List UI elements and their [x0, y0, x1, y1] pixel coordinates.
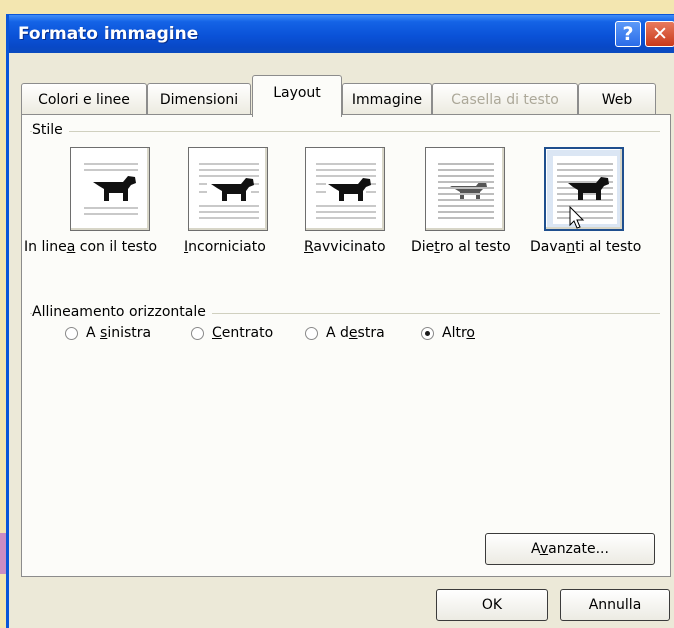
style-group-label: Stile: [32, 122, 69, 138]
cancel-button[interactable]: Annulla: [560, 589, 670, 621]
style-caption: Dietro al testo: [411, 239, 511, 255]
format-picture-dialog: Formato immagine ? ✕ Colori e linee Dime…: [6, 14, 674, 628]
style-caption: Incorniciato: [184, 239, 266, 255]
wrap-inline-icon[interactable]: [70, 147, 150, 231]
wrap-tight-icon[interactable]: [305, 147, 385, 231]
radio-circle[interactable]: [191, 326, 204, 340]
tab-layout[interactable]: Layout: [252, 75, 342, 117]
style-caption: Ravvicinato: [304, 239, 386, 255]
radio-a-destra[interactable]: A destra: [305, 325, 385, 341]
ok-button[interactable]: OK: [436, 589, 548, 621]
close-icon: ✕: [652, 23, 668, 45]
style-caption: Davanti al testo: [530, 239, 642, 255]
radio-label: A sinistra: [86, 325, 152, 341]
radio-label: Altro: [442, 325, 475, 341]
wrap-behind-text-icon[interactable]: [425, 147, 505, 231]
style-group-divider: [30, 131, 660, 132]
tab-immagine[interactable]: Immagine: [342, 83, 432, 115]
dog-picture-icon: [328, 178, 371, 201]
tab-label: Dimensioni: [159, 91, 239, 108]
radio-circle[interactable]: [305, 326, 318, 340]
button-label: Avanzate...: [531, 541, 609, 557]
tab-strip: Colori e linee Dimensioni Layout Immagin…: [21, 75, 671, 117]
dialog-title: Formato immagine: [18, 24, 199, 44]
close-button[interactable]: ✕: [645, 21, 674, 47]
tab-label: Web: [601, 91, 633, 108]
help-button[interactable]: ?: [615, 21, 641, 47]
dog-picture-icon: [450, 181, 487, 200]
help-icon: ?: [622, 23, 634, 45]
tab-casella-di-testo: Casella di testo: [432, 83, 578, 115]
tab-web[interactable]: Web: [578, 83, 656, 115]
tab-dimensioni[interactable]: Dimensioni: [147, 83, 251, 115]
tab-label: Layout: [273, 84, 321, 101]
tab-label: Immagine: [351, 91, 423, 108]
dog-picture-icon: [211, 178, 254, 201]
button-label: OK: [481, 597, 503, 613]
radio-circle[interactable]: [65, 326, 78, 340]
wrap-square-icon[interactable]: [188, 147, 268, 231]
wrap-in-front-of-text-icon[interactable]: [544, 147, 624, 231]
radio-circle[interactable]: [421, 326, 434, 340]
tab-label: Colori e linee: [38, 91, 130, 108]
radio-altro[interactable]: Altro: [421, 325, 475, 341]
dog-picture-icon: [93, 176, 136, 201]
style-caption: In linea con il testo: [24, 239, 158, 255]
title-bar[interactable]: Formato immagine ? ✕: [9, 15, 674, 53]
radio-label: Centrato: [212, 325, 274, 341]
tab-label: Casella di testo: [451, 91, 559, 108]
radio-label: A destra: [326, 325, 385, 341]
radio-centrato[interactable]: Centrato: [191, 325, 273, 341]
radio-a-sinistra[interactable]: A sinistra: [65, 325, 151, 341]
layout-panel: Stile In linea con il testo Incorniciato: [21, 114, 671, 577]
button-label: Annulla: [588, 597, 642, 613]
alignment-group-label: Allineamento orizzontale: [32, 304, 212, 320]
tab-colori-e-linee[interactable]: Colori e linee: [21, 83, 147, 115]
advanced-button[interactable]: Avanzate...: [485, 533, 655, 565]
